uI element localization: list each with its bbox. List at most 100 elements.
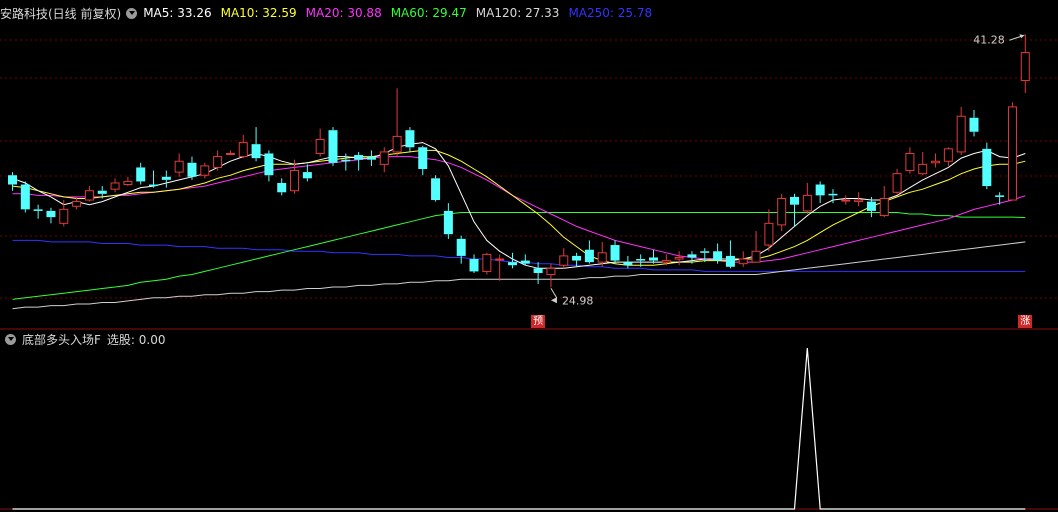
ma250-line <box>12 239 1026 272</box>
candle-down <box>8 175 17 185</box>
candle-down <box>636 259 646 261</box>
candle-down <box>828 193 838 196</box>
ma120-line <box>12 241 1026 310</box>
candle-up <box>123 180 133 186</box>
candle-down <box>405 130 415 148</box>
candle-down <box>136 167 146 182</box>
indicator-header: 底部多头入场F 选股: 0.00 <box>0 330 165 348</box>
candle-up <box>802 194 812 212</box>
candle-down <box>995 195 1005 197</box>
candle-down <box>469 259 479 272</box>
forecast-tag: 预 <box>531 315 546 328</box>
candle-up <box>59 208 69 224</box>
candle-up <box>72 201 82 207</box>
candle-down <box>520 260 530 264</box>
candle-down <box>456 238 466 256</box>
candle-down <box>418 147 428 169</box>
candle-down <box>328 130 338 163</box>
candle-up <box>751 250 761 263</box>
candle-up <box>482 253 492 272</box>
chart-canvas: 41.28 24.98 <box>0 33 1058 510</box>
candle-down <box>533 268 543 273</box>
main-chart-header: 安路科技(日线 前复权) MA5: 33.26 MA10: 32.59 MA20… <box>0 4 661 22</box>
candle-up <box>379 151 389 165</box>
candle-up <box>841 199 851 202</box>
candle-down <box>623 262 633 266</box>
candle-up <box>174 160 184 173</box>
candle-down <box>790 196 800 205</box>
low-price-label: 24.98 <box>562 294 594 307</box>
candle-up <box>1007 106 1017 201</box>
candle-up <box>854 199 864 203</box>
candle-up <box>84 190 94 201</box>
candle-down <box>264 153 274 176</box>
candle-down <box>251 144 261 159</box>
candle-down <box>649 257 658 261</box>
candle-down <box>149 184 159 187</box>
candle-up <box>931 160 941 164</box>
candle-down <box>20 184 30 210</box>
candle-down <box>431 178 441 201</box>
candle-down <box>443 210 453 235</box>
candle-up <box>225 152 235 155</box>
candle-up <box>495 258 505 261</box>
candle-up <box>661 260 671 263</box>
candle-down <box>982 148 992 187</box>
candle-down <box>187 162 197 177</box>
candle-up <box>110 182 120 190</box>
high-price-label: 41.28 <box>973 33 1005 46</box>
rise-tag: 涨 <box>1018 315 1033 328</box>
candle-up <box>392 135 402 153</box>
ma10-label: MA10: 32.59 <box>220 6 297 20</box>
candle-down <box>354 155 364 160</box>
candle-up <box>238 142 248 158</box>
dropdown-circle-icon[interactable] <box>126 7 138 19</box>
candle-down <box>46 210 56 218</box>
indicator-dropdown-icon[interactable] <box>5 333 16 345</box>
candle-up <box>290 170 300 192</box>
candle-down <box>302 172 312 179</box>
stock-chart-window: 41.28 24.98 安路科技(日线 前复权) MA5: 33.26 MA10:… <box>0 0 1058 512</box>
candle-up <box>546 267 556 276</box>
candle-up <box>892 173 902 193</box>
candle-down <box>366 156 376 160</box>
low-pointer <box>550 288 558 299</box>
candle-down <box>866 201 876 211</box>
candle-down <box>969 117 979 132</box>
candle-up <box>315 139 325 154</box>
ma250-label: MA250: 25.78 <box>568 6 653 20</box>
candle-down <box>700 251 710 253</box>
ma60-line <box>12 212 1026 300</box>
candle-down <box>687 254 697 258</box>
ma60-label: MA60: 29.47 <box>390 6 467 20</box>
candle-up <box>943 148 953 162</box>
candle-down <box>161 176 171 180</box>
ma20-label: MA20: 30.88 <box>305 6 382 20</box>
candle-up <box>559 255 569 266</box>
candle-down <box>610 245 620 261</box>
candle-up <box>213 156 223 168</box>
candle-up <box>764 222 774 246</box>
candle-up <box>738 258 748 265</box>
candle-up <box>597 252 607 263</box>
candle-down <box>277 182 287 193</box>
candle-down <box>341 159 351 162</box>
ma5-label: MA5: 33.26 <box>143 6 212 20</box>
candle-up <box>200 165 210 176</box>
candle-up <box>956 115 966 153</box>
signal-line <box>12 347 1026 510</box>
candle-up <box>918 163 928 175</box>
candle-down <box>97 190 107 194</box>
stock-title: 安路科技(日线 前复权) <box>0 6 122 21</box>
ma120-label: MA120: 27.33 <box>475 6 560 20</box>
candle-down <box>33 209 43 211</box>
candle-up <box>1020 52 1030 82</box>
candle-down <box>713 251 723 261</box>
candle-up <box>905 152 915 172</box>
indicator-value: 选股: 0.00 <box>106 332 166 347</box>
candle-down <box>507 262 517 266</box>
candle-up <box>674 256 684 260</box>
candle-down <box>815 184 825 196</box>
candle-up <box>777 197 787 226</box>
candle-down <box>584 249 594 263</box>
